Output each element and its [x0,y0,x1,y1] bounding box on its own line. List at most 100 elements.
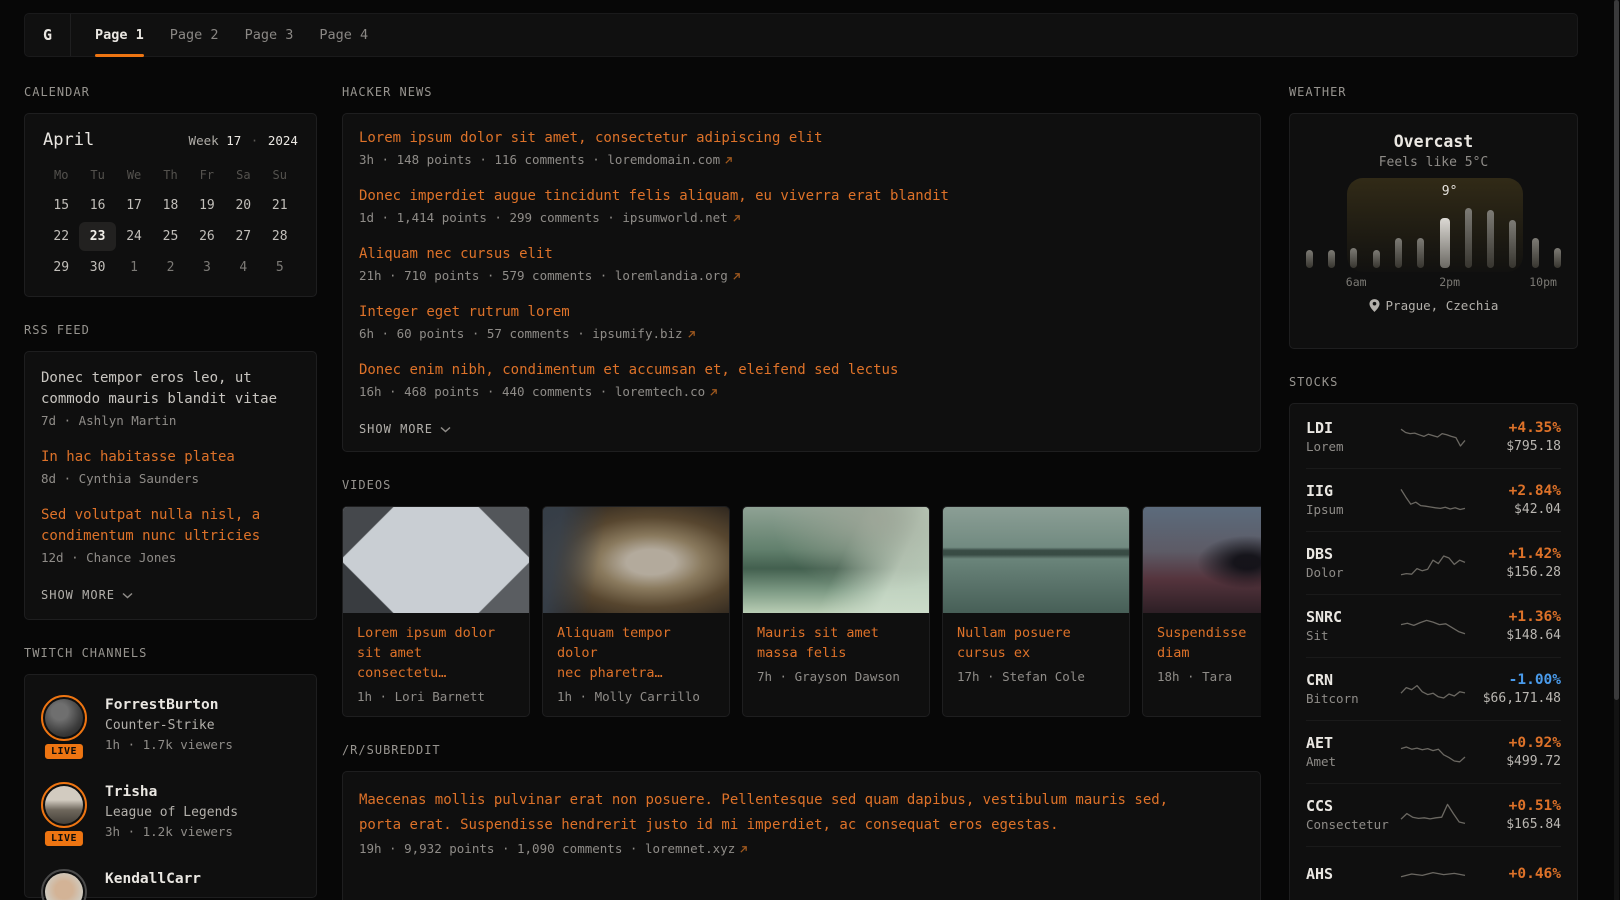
weather-bar [1350,248,1357,268]
weekday-label: Tu [79,160,115,189]
calendar-day[interactable]: 29 [43,253,79,282]
calendar-day[interactable]: 19 [189,191,225,220]
video-card: Mauris sit amet massa felis 7h · Grayson… [742,506,930,717]
channel-name[interactable]: Trisha [105,782,238,803]
twitch-channel-row: KendallCarr [41,869,300,900]
week-number: 17 [226,133,241,148]
calendar-day[interactable]: 20 [225,191,261,220]
weather-location-text: Prague, Czechia [1386,298,1499,313]
reddit-post-title[interactable]: Maecenas mollis pulvinar erat non posuer… [359,788,1244,838]
rss-item-title[interactable]: In hac habitasse platea [41,447,300,468]
calendar-day[interactable]: 15 [43,191,79,220]
avatar[interactable] [41,869,87,900]
rss-section-title: RSS FEED [24,323,317,337]
tab-page-4[interactable]: Page 4 [319,14,368,56]
hn-item-title[interactable]: Aliquam nec cursus elit [359,244,1244,265]
stock-price: $66,171.48 [1472,690,1561,708]
calendar-day[interactable]: 24 [116,222,152,251]
stock-symbol[interactable]: CCS [1306,796,1395,816]
video-title[interactable]: Suspendisse diam [1157,623,1261,663]
calendar-day-selected[interactable]: 23 [79,222,115,251]
calendar-day[interactable]: 1 [116,253,152,282]
hn-domain-link[interactable]: loremdomain.com [607,152,720,167]
video-title[interactable]: Mauris sit amet massa felis [757,623,915,663]
calendar-year: 2024 [268,133,298,148]
stock-symbol[interactable]: DBS [1306,544,1395,564]
stock-symbol[interactable]: AET [1306,733,1395,753]
tab-page-3[interactable]: Page 3 [245,14,294,56]
video-list: Lorem ipsum dolor sit amet consectetu… 1… [342,506,1261,717]
weekday-label: Su [262,160,298,189]
tab-label: Page 3 [245,27,294,43]
calendar-day[interactable]: 30 [79,253,115,282]
hn-domain-link[interactable]: loremtech.co [615,384,705,399]
hn-item-title[interactable]: Lorem ipsum dolor sit amet, consectetur … [359,128,1244,149]
reddit-domain-link[interactable]: loremnet.xyz [645,841,735,856]
calendar-day[interactable]: 28 [262,222,298,251]
calendar-day[interactable]: 18 [152,191,188,220]
avatar[interactable] [41,695,87,741]
tab-page-2[interactable]: Page 2 [170,14,219,56]
hn-item: Aliquam nec cursus elit 21h · 710 points… [359,244,1244,286]
stock-price: $42.04 [1472,501,1561,519]
header: G Page 1 Page 2 Page 3 Page 4 [24,13,1578,57]
stock-symbol[interactable]: CRN [1306,670,1395,690]
stock-symbol[interactable]: IIG [1306,481,1395,501]
calendar-day[interactable]: 5 [262,253,298,282]
video-title[interactable]: Nullam posuere cursus ex [957,623,1115,663]
video-thumbnail[interactable] [543,507,729,613]
calendar-day[interactable]: 2 [152,253,188,282]
calendar-day[interactable]: 26 [189,222,225,251]
weather-bar [1395,238,1402,268]
calendar-day[interactable]: 3 [189,253,225,282]
external-link-icon [724,156,733,165]
hn-item-title[interactable]: Donec enim nibh, condimentum et accumsan… [359,360,1244,381]
hn-item-meta: 16h · 468 points · 440 comments · loremt… [359,381,1244,402]
stock-symbol[interactable]: SNRC [1306,607,1395,627]
hn-domain-link[interactable]: loremlandia.org [615,268,728,283]
calendar-day[interactable]: 4 [225,253,261,282]
hn-meta-text: 21h · 710 points · 579 comments · [359,268,607,283]
video-thumbnail[interactable] [1143,507,1261,613]
subreddit-section-title: /R/SUBREDDIT [342,743,1261,757]
video-thumbnail[interactable] [343,507,529,613]
stock-sparkline [1400,859,1466,889]
channel-name[interactable]: KendallCarr [105,869,201,890]
stock-symbol[interactable]: AHS [1306,864,1395,884]
weather-bar-chart: 9° 6am2pm10pm [1306,178,1561,290]
rss-item-title[interactable]: Sed volutpat nulla nisl, a condimentum n… [41,505,300,547]
rss-show-more-button[interactable]: SHOW MORE [41,588,133,602]
hn-show-more-button[interactable]: SHOW MORE [359,422,451,436]
weather-feels-like: Feels like 5°C [1306,155,1561,170]
hn-domain-link[interactable]: ipsumworld.net [622,210,727,225]
calendar-week-indicator: Week 17 · 2024 [189,133,298,148]
scrollbar-thumb[interactable] [1614,0,1619,700]
avatar[interactable] [41,782,87,828]
tab-page-1[interactable]: Page 1 [95,14,144,56]
video-thumbnail[interactable] [943,507,1129,613]
hn-domain-link[interactable]: ipsumify.biz [592,326,682,341]
stock-change: +0.46% [1472,864,1561,884]
location-pin-icon [1369,299,1380,312]
weather-bar [1554,248,1561,268]
calendar-day[interactable]: 17 [116,191,152,220]
show-more-label: SHOW MORE [359,422,433,436]
video-title[interactable]: Aliquam tempor dolor nec pharetra… [557,623,715,683]
calendar-day[interactable]: 16 [79,191,115,220]
channel-name[interactable]: ForrestBurton [105,695,233,716]
hn-meta-text: 6h · 60 points · 57 comments · [359,326,585,341]
weather-bar [1465,208,1472,268]
scrollbar[interactable] [1614,0,1619,900]
hn-item-title[interactable]: Integer eget rutrum lorem [359,302,1244,323]
video-title[interactable]: Lorem ipsum dolor sit amet consectetu… [357,623,515,683]
stock-sparkline [1400,485,1466,515]
calendar-day[interactable]: 22 [43,222,79,251]
hn-item-title[interactable]: Donec imperdiet augue tincidunt felis al… [359,186,1244,207]
app-logo[interactable]: G [25,14,71,56]
calendar-day[interactable]: 27 [225,222,261,251]
calendar-day[interactable]: 25 [152,222,188,251]
video-thumbnail[interactable] [743,507,929,613]
rss-item-title[interactable]: Donec tempor eros leo, ut commodo mauris… [41,368,300,410]
stock-symbol[interactable]: LDI [1306,418,1395,438]
calendar-day[interactable]: 21 [262,191,298,220]
